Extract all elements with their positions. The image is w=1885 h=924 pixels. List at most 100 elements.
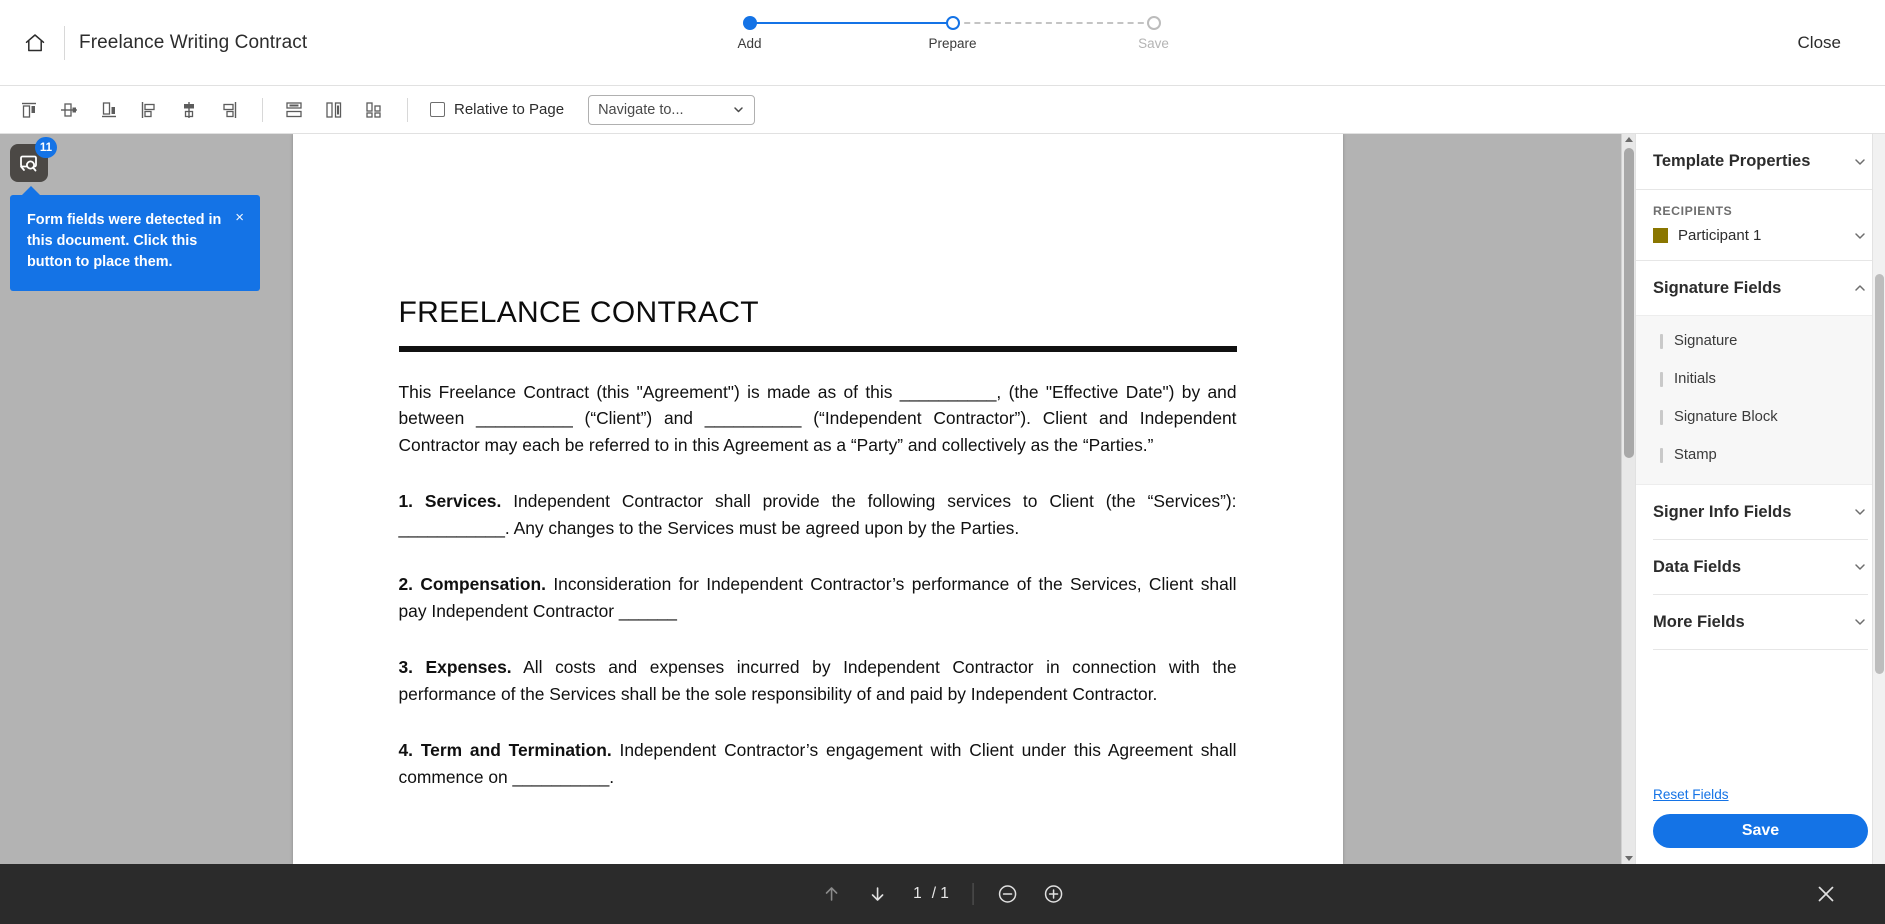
zoom-in-icon (1045, 885, 1063, 903)
document-paragraph: 4. Term and Termination. Independent Con… (399, 737, 1237, 790)
current-page-value[interactable]: 1 (913, 885, 922, 903)
drag-handle-icon[interactable] (1660, 371, 1663, 387)
field-item-initials[interactable]: Initials (1636, 360, 1885, 398)
chevron-up-icon (1855, 285, 1865, 291)
document-clause-text: Independent Contractor shall provide the… (398, 491, 1237, 538)
stepper-label-add: Add (737, 36, 762, 51)
detect-badge-count: 11 (34, 137, 57, 158)
panel-footer: Reset Fields Save (1636, 786, 1885, 864)
reset-fields-link[interactable]: Reset Fields (1653, 787, 1729, 802)
relative-to-page-label: Relative to Page (454, 101, 565, 118)
canvas-scrollbar[interactable] (1621, 134, 1635, 864)
save-button[interactable]: Save (1653, 814, 1868, 848)
align-top-icon[interactable] (10, 93, 48, 127)
field-item-stamp[interactable]: Stamp (1636, 436, 1885, 474)
stepper-dot-prepare[interactable] (945, 16, 960, 30)
drag-handle-icon[interactable] (1660, 409, 1663, 425)
home-icon (25, 33, 45, 51)
bottom-close-button[interactable] (1809, 877, 1843, 911)
document-page: FREELANCE CONTRACT This Freelance Contra… (292, 134, 1343, 864)
document-content: FREELANCE CONTRACT This Freelance Contra… (293, 296, 1343, 790)
document-paragraph: 1. Services. Independent Contractor shal… (399, 488, 1237, 541)
canvas-scroll-thumb[interactable] (1624, 148, 1634, 458)
stepper-label-save: Save (1138, 36, 1169, 51)
section-header-more-fields[interactable]: More Fields (1636, 595, 1885, 649)
recipient-name: Participant 1 (1678, 227, 1762, 244)
page-indicator: 1 / 1 (913, 885, 949, 903)
detect-form-fields-button[interactable]: 11 (10, 137, 57, 182)
stepper-dot-add[interactable] (742, 16, 757, 30)
recipients-block: RECIPIENTS Participant 1 (1636, 190, 1885, 261)
tooltip-close-icon[interactable]: × (235, 210, 244, 273)
navigate-to-select[interactable]: Navigate to... (588, 94, 756, 125)
chevron-down-icon (1855, 564, 1865, 570)
previous-page-button[interactable] (811, 874, 851, 914)
stepper-dot-save[interactable] (1146, 16, 1161, 30)
chevron-down-icon (1855, 509, 1865, 515)
scroll-down-icon[interactable] (1625, 856, 1633, 861)
main-body: FREELANCE CONTRACT This Freelance Contra… (0, 134, 1885, 864)
chevron-down-icon (1855, 619, 1865, 625)
bottom-divider (972, 883, 974, 905)
detect-tooltip: Form fields were detected in this docume… (10, 186, 260, 291)
bottom-toolbar-controls: 1 / 1 (811, 874, 1074, 914)
progress-stepper: Add Prepare Save (708, 16, 1178, 72)
panel-header[interactable]: Template Properties (1636, 134, 1885, 190)
section-title: Data Fields (1653, 557, 1742, 576)
app-root: Freelance Writing Contract Add Prepare S… (0, 0, 1885, 924)
document-clause-heading: 2. Compensation. (398, 574, 546, 595)
section-title: Signature Fields (1653, 278, 1782, 297)
toolbar-divider-1 (262, 97, 263, 122)
document-paragraph: 3. Expenses. All costs and expenses incu… (399, 654, 1237, 707)
recipient-selector[interactable]: Participant 1 (1653, 227, 1868, 244)
align-middle-horizontal-icon[interactable] (50, 93, 88, 127)
section-title: Signer Info Fields (1653, 502, 1792, 521)
document-paragraph: 2. Compensation. Inconsideration for Ind… (399, 571, 1237, 624)
align-left-icon[interactable] (130, 93, 168, 127)
zoom-in-button[interactable] (1034, 874, 1074, 914)
align-center-icon[interactable] (170, 93, 208, 127)
section-header-data-fields[interactable]: Data Fields (1636, 540, 1885, 594)
panel-scrollbar[interactable] (1872, 134, 1885, 864)
stepper-track: Add Prepare Save (708, 16, 1178, 51)
zoom-out-icon (999, 885, 1017, 903)
distribute-vertical-icon[interactable] (275, 93, 313, 127)
panel-scroll-thumb[interactable] (1875, 274, 1884, 674)
page-title: Freelance Writing Contract (79, 31, 308, 53)
home-button[interactable] (8, 16, 62, 70)
app-header: Freelance Writing Contract Add Prepare S… (0, 0, 1885, 86)
field-item-signature-block[interactable]: Signature Block (1636, 398, 1885, 436)
detect-tooltip-text: Form fields were detected in this docume… (27, 212, 222, 270)
field-item-signature[interactable]: Signature (1636, 322, 1885, 360)
align-bottom-icon[interactable] (90, 93, 128, 127)
match-size-icon[interactable] (355, 93, 393, 127)
section-header-signature-fields[interactable]: Signature Fields (1636, 261, 1885, 315)
section-separator (1653, 649, 1868, 650)
section-body-signature-fields: Signature Initials Signature Block Stamp (1636, 315, 1885, 485)
field-item-label: Signature (1674, 333, 1738, 349)
distribute-horizontal-icon[interactable] (315, 93, 353, 127)
zoom-out-button[interactable] (988, 874, 1028, 914)
toolbar-divider-2 (407, 97, 408, 122)
align-right-icon[interactable] (210, 93, 248, 127)
document-clause-heading: 3. Expenses. (398, 657, 512, 678)
arrow-up-icon (825, 887, 837, 901)
drag-handle-icon[interactable] (1660, 447, 1663, 463)
template-properties-panel: Template Properties RECIPIENTS Participa… (1635, 134, 1885, 864)
section-title: More Fields (1653, 612, 1745, 631)
section-header-signer-info-fields[interactable]: Signer Info Fields (1636, 485, 1885, 539)
scroll-up-icon[interactable] (1625, 137, 1633, 142)
next-page-button[interactable] (857, 874, 897, 914)
close-icon (1818, 886, 1834, 902)
relative-to-page-checkbox[interactable]: Relative to Page (424, 97, 570, 122)
total-pages-label: / 1 (931, 885, 949, 902)
document-paragraph: This Freelance Contract (this "Agreement… (398, 382, 1237, 455)
bottom-toolbar: 1 / 1 (0, 864, 1885, 924)
document-clause-text: All costs and expenses incurred by Indep… (398, 657, 1237, 704)
chevron-down-icon (1855, 232, 1865, 239)
recipient-color-swatch (1653, 228, 1668, 243)
drag-handle-icon[interactable] (1660, 333, 1663, 349)
stepper-segment-1 (749, 22, 952, 24)
stepper-segment-2 (953, 22, 1154, 24)
close-button[interactable]: Close (1788, 25, 1851, 61)
